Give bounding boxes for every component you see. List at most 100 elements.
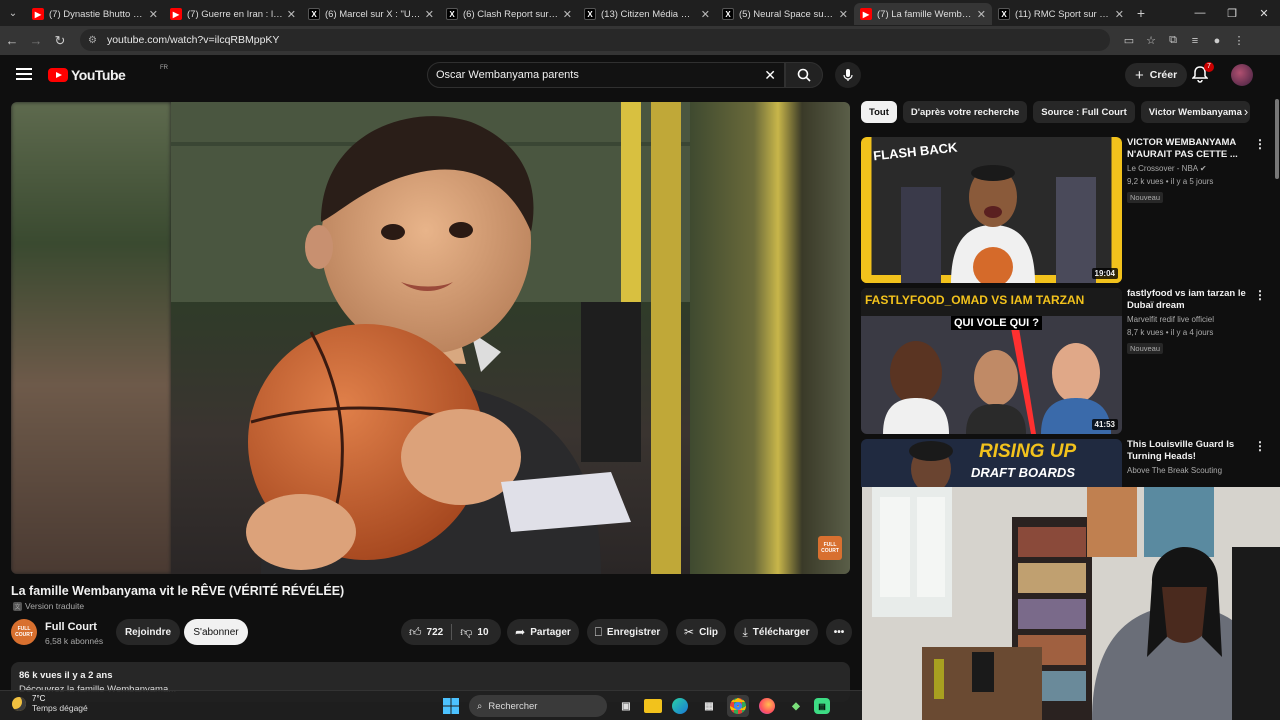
share-button[interactable]: ➦ Partager	[507, 619, 579, 645]
page-scrollbar[interactable]	[1274, 97, 1280, 487]
voice-search-button[interactable]	[835, 62, 861, 88]
create-button[interactable]: + Créer	[1125, 63, 1188, 87]
subscribe-button[interactable]: S'abonner	[184, 619, 248, 645]
x-favicon-icon: X	[722, 8, 734, 20]
tab-label: (11) RMC Sport sur X : "🙂	[1015, 8, 1111, 20]
recommendation-title[interactable]: fastlyfood vs iam tarzan le Dubaï dream	[1127, 288, 1255, 312]
edge-icon[interactable]	[669, 695, 691, 717]
notifications-button[interactable]: 7	[1191, 62, 1214, 85]
browser-menu-icon[interactable]: ⋮	[1228, 34, 1250, 47]
filter-chip[interactable]: Source : Full Court	[1033, 101, 1135, 123]
close-tab-icon[interactable]: ✕	[149, 8, 158, 21]
close-tab-icon[interactable]: ✕	[287, 8, 296, 21]
weather-widget[interactable]: 7°C Temps dégagé	[12, 694, 88, 713]
menu-icon[interactable]	[16, 68, 32, 80]
recommendation-channel[interactable]: Above The Break Scouting	[1127, 465, 1255, 476]
minimize-icon[interactable]: —	[1184, 0, 1216, 26]
filter-chip[interactable]: D'après votre recherche	[902, 101, 1028, 123]
media-icon[interactable]: ≡	[1184, 35, 1206, 47]
android-icon[interactable]: ▤	[814, 698, 830, 714]
file-explorer-icon[interactable]	[644, 699, 662, 713]
channel-watermark[interactable]: FULL COURT	[818, 536, 842, 560]
recommendation-channel[interactable]: Le Crossover - NBA ✔	[1127, 163, 1255, 174]
blurred-frame-left	[11, 102, 171, 574]
maximize-icon[interactable]: ❐	[1216, 0, 1248, 26]
clip-button[interactable]: ✂ Clip	[676, 619, 726, 645]
save-button[interactable]: ⎕ Enregistrer	[587, 619, 668, 645]
more-options-icon[interactable]: ⋮	[1254, 137, 1266, 151]
site-info-icon[interactable]: ⚙	[88, 35, 97, 46]
address-bar-row: ← → ↻ ⚙ youtube.com/watch?v=ilcqRBMppKY …	[0, 26, 1280, 55]
search-button[interactable]	[785, 62, 823, 88]
weather-condition: Temps dégagé	[32, 703, 88, 713]
search-query: Oscar Wembanyama parents	[436, 69, 579, 81]
more-actions-icon[interactable]: •••	[826, 619, 852, 645]
new-tab-button[interactable]: +	[1130, 5, 1152, 21]
bookmark-star-icon[interactable]: ☆	[1140, 34, 1162, 47]
close-window-icon[interactable]: ✕	[1248, 0, 1280, 26]
cast-icon[interactable]: ▭	[1118, 34, 1140, 47]
filter-chip[interactable]: Victor Wembanyama	[1140, 101, 1250, 123]
search-input[interactable]: Oscar Wembanyama parents ✕	[427, 62, 785, 88]
profile-icon[interactable]: ●	[1206, 35, 1228, 47]
app-icon[interactable]: ◆	[785, 695, 807, 717]
browser-tab[interactable]: X (6) Marcel sur X : "Un peu ✕	[302, 3, 440, 25]
account-avatar[interactable]	[1231, 64, 1253, 86]
x-favicon-icon: X	[998, 8, 1010, 20]
recommendation-thumbnail[interactable]: FLASH BACK 19:04	[861, 137, 1122, 283]
recommendation-card[interactable]: RISING UP DRAFT BOARDS This Louisville G…	[861, 439, 1271, 487]
chrome-icon[interactable]	[727, 695, 749, 717]
filter-chip[interactable]: Tout	[861, 101, 897, 123]
close-tab-icon[interactable]: ✕	[1115, 8, 1124, 21]
extensions-icon[interactable]: ⧉	[1162, 34, 1184, 47]
close-tab-icon[interactable]: ✕	[839, 8, 848, 21]
youtube-logo[interactable]: YouTube FR	[48, 65, 168, 83]
close-tab-icon[interactable]: ✕	[977, 8, 986, 21]
recommendation-thumbnail[interactable]: RISING UP DRAFT BOARDS	[861, 439, 1122, 487]
recommendation-title[interactable]: This Louisville Guard Is Turning Heads!	[1127, 439, 1255, 463]
thumbnail-subtext: DRAFT BOARDS	[971, 465, 1075, 480]
more-options-icon[interactable]: ⋮	[1254, 439, 1266, 453]
windows-start-icon[interactable]	[440, 695, 462, 717]
store-icon[interactable]: ▦	[698, 695, 720, 717]
like-button[interactable]: 👍︎ 722	[409, 625, 443, 640]
forward-icon[interactable]: →	[24, 33, 48, 48]
youtube-play-icon	[48, 68, 68, 82]
browser-tab[interactable]: X (11) RMC Sport sur X : "🙂 ✕	[992, 3, 1130, 25]
tab-search-icon[interactable]: ⌄	[0, 0, 26, 26]
recommendation-channel[interactable]: Marvelfit redif live officiel	[1127, 314, 1255, 325]
channel-name[interactable]: Full Court	[45, 621, 97, 633]
like-count: 722	[426, 626, 444, 638]
filter-chips: Tout D'après votre recherche Source : Full…	[861, 101, 1256, 123]
more-options-icon[interactable]: ⋮	[1254, 288, 1266, 302]
recommendation-title[interactable]: VICTOR WEMBANYAMA N'AURAIT PAS CETTE ...	[1127, 137, 1255, 161]
recommendation-thumbnail[interactable]: FASTLYFOOD_OMAD VS IAM TARZAN QUI VOLE Q…	[861, 288, 1122, 434]
browser-tab[interactable]: ▶ (7) Guerre en Iran : le déb ✕	[164, 3, 302, 25]
close-tab-icon[interactable]: ✕	[563, 8, 572, 21]
browser-tab[interactable]: ▶ (7) La famille Wembanyar ✕	[854, 3, 992, 25]
taskbar-search[interactable]: ⌕ Rechercher	[469, 695, 607, 717]
download-button[interactable]: ⤓ Télécharger	[734, 619, 818, 645]
join-button[interactable]: Rejoindre	[116, 619, 180, 645]
search-icon	[797, 68, 811, 82]
task-view-icon[interactable]: ▣	[615, 695, 637, 717]
chip-next-icon[interactable]: ›	[1238, 104, 1254, 119]
video-frame	[171, 102, 690, 574]
close-tab-icon[interactable]: ✕	[701, 8, 710, 21]
channel-avatar[interactable]: FULL COURT	[11, 619, 37, 645]
recommendation-card[interactable]: FLASH BACK 19:04 VICTOR WEMBANYAMA N'AUR…	[861, 137, 1271, 283]
browser-tab[interactable]: X (13) Citizen Média 🖊 sur ✕	[578, 3, 716, 25]
browser-tab[interactable]: X (6) Clash Report sur X : "B ✕	[440, 3, 578, 25]
browser-tab[interactable]: X (5) Neural Space sur X : " ✕	[716, 3, 854, 25]
close-tab-icon[interactable]: ✕	[425, 8, 434, 21]
video-player[interactable]: FULL COURT	[11, 102, 850, 574]
reload-icon[interactable]: ↻	[48, 33, 72, 49]
url-field[interactable]: ⚙ youtube.com/watch?v=ilcqRBMppKY	[80, 29, 1110, 51]
clear-search-icon[interactable]: ✕	[764, 67, 776, 84]
back-icon[interactable]: ←	[0, 33, 24, 48]
dislike-button[interactable]: 👎︎ 10	[460, 625, 488, 640]
recommendation-card[interactable]: FASTLYFOOD_OMAD VS IAM TARZAN QUI VOLE Q…	[861, 288, 1271, 434]
browser-tab[interactable]: ▶ (7) Dynastie Bhutto : La S ✕	[26, 3, 164, 25]
firefox-icon[interactable]	[756, 695, 778, 717]
tab-label: (6) Clash Report sur X : "B	[463, 8, 559, 20]
